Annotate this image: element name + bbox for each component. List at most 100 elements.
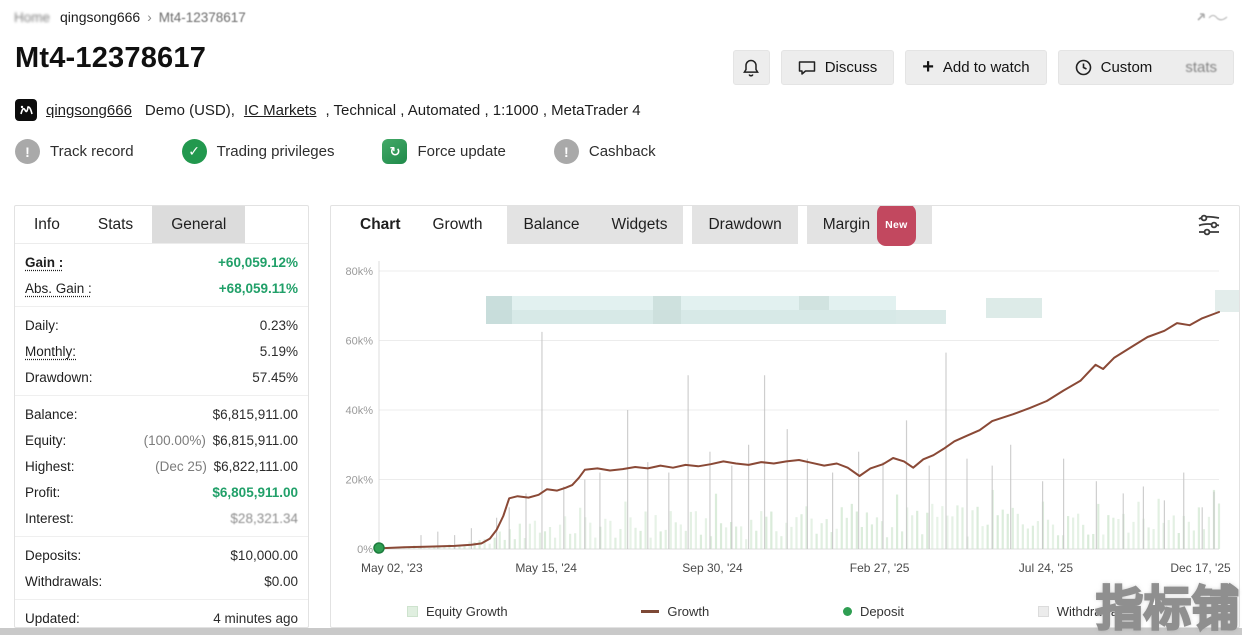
breadcrumb-account-link[interactable]: qingsong666	[60, 9, 140, 25]
info-value: $0.00	[264, 574, 298, 589]
broker-link[interactable]: IC Markets	[244, 102, 317, 119]
svg-text:20k%: 20k%	[345, 475, 373, 487]
info-label: Drawdown:	[25, 370, 93, 385]
info-label: Withdrawals:	[25, 574, 102, 589]
chart-panel: Chart Growth Balance Widgets Drawdown MarginN…	[330, 205, 1240, 628]
legend-marker	[1038, 606, 1049, 617]
chart-tabs: Chart Growth Balance Widgets Drawdown MarginN…	[331, 206, 1239, 244]
svg-text:40k%: 40k%	[345, 405, 373, 417]
info-value: 5.19%	[260, 344, 298, 359]
breadcrumb-current: Mt4-12378617	[159, 10, 246, 25]
badge-label: Trading privileges	[217, 143, 335, 160]
info-row-equity: Equity:(100.00%) $6,815,911.00	[25, 427, 298, 453]
info-row-gain: Gain :+60,059.12%	[25, 249, 298, 275]
info-value: $6,815,911.00	[213, 407, 298, 422]
tab-info[interactable]: Info	[15, 206, 79, 243]
badge-trading-privileges[interactable]: ✓ Trading privileges	[182, 139, 335, 164]
chart-tab-chart[interactable]: Chart	[344, 206, 416, 244]
chart-tab-drawdown[interactable]: Drawdown	[692, 206, 797, 244]
svg-text:60k%: 60k%	[345, 336, 373, 348]
svg-text:May 02, '23: May 02, '23	[361, 561, 423, 575]
tab-stats[interactable]: Stats	[79, 206, 152, 243]
page-title: Mt4-12378617	[15, 42, 206, 75]
info-group: Gain :+60,059.12%Abs. Gain :+68,059.11%	[15, 244, 308, 307]
info-row-deposits: Deposits: $10,000.00	[25, 542, 298, 568]
info-label: Deposits:	[25, 548, 81, 563]
info-label: Profit:	[25, 485, 60, 500]
info-value: (100.00%) $6,815,911.00	[144, 433, 298, 448]
legend-marker	[843, 607, 852, 616]
info-value: 4 minutes ago	[213, 611, 298, 626]
share-icon[interactable]	[1196, 10, 1230, 24]
account-avatar[interactable]	[15, 99, 37, 121]
breadcrumb-separator: ›	[147, 10, 152, 25]
clock-icon	[1075, 59, 1092, 76]
exclamation-gray-icon: !	[15, 139, 40, 164]
info-row-daily: Daily:0.23%	[25, 312, 298, 338]
bell-icon	[743, 59, 759, 77]
account-details-2: , Technical , Automated , 1:1000 , MetaT…	[325, 102, 640, 119]
badge-label: Track record	[50, 143, 134, 160]
breadcrumb-home-link[interactable]: Home	[14, 10, 50, 25]
info-value: $6,805,911.00	[212, 485, 298, 500]
check-green-icon: ✓	[182, 139, 207, 164]
chart-tab-label: Margin	[823, 206, 870, 244]
badge-track-record[interactable]: ! Track record	[15, 139, 134, 164]
info-label: Balance:	[25, 407, 78, 422]
chart-tab-label: Chart	[360, 206, 400, 244]
growth-chart[interactable]: 80k%60k%40k%20k%0%May 02, '23May 15, '24…	[331, 244, 1239, 579]
legend-label: Growth	[667, 604, 709, 619]
info-row-highest: Highest:(Dec 25) $6,822,111.00	[25, 453, 298, 479]
info-value-prefix: (100.00%)	[144, 433, 210, 448]
legend-deposit[interactable]: Deposit	[843, 604, 904, 619]
chart-tab-label: Growth	[432, 206, 482, 244]
custom-label: Custom	[1101, 59, 1153, 76]
badge-force-update[interactable]: ↻Force update	[382, 139, 505, 164]
chart-tab-label: Balance	[523, 206, 579, 244]
chart-tab-margin[interactable]: MarginNew	[807, 206, 932, 244]
verification-badges: ! Track record ✓ Trading privileges ↻Force u…	[15, 139, 656, 164]
tab-general[interactable]: General	[152, 206, 245, 243]
account-info-panel: InfoStatsGeneral Gain :+60,059.12%Abs. G…	[14, 205, 309, 628]
refresh-green-icon: ↻	[382, 139, 407, 164]
action-buttons: Discuss + Add to watch Custom stats	[733, 50, 1234, 85]
info-row-updated: Updated: 4 minutes ago	[25, 605, 298, 628]
info-panel-tabs: InfoStatsGeneral	[15, 206, 308, 244]
legend-marker	[641, 610, 659, 613]
badge-cashback[interactable]: !Cashback	[554, 139, 656, 164]
info-label: Updated:	[25, 611, 80, 626]
info-row-absgain: Abs. Gain :+68,059.11%	[25, 275, 298, 301]
info-value: (Dec 25) $6,822,111.00	[155, 459, 298, 474]
account-details-1: Demo (USD),	[145, 102, 235, 119]
add-to-watch-label: Add to watch	[943, 59, 1030, 76]
info-group: Updated: 4 minutes ago	[15, 600, 308, 628]
info-row-monthly: Monthly: 5.19%	[25, 338, 298, 364]
info-label: Monthly:	[25, 344, 76, 359]
account-username-link[interactable]: qingsong666	[46, 102, 132, 119]
chart-tab-widgets[interactable]: Widgets	[595, 206, 683, 244]
new-badge: New	[877, 205, 916, 246]
info-value: 57.45%	[252, 370, 298, 385]
chart-settings-icon[interactable]	[1195, 212, 1223, 243]
legend-growth[interactable]: Growth	[641, 604, 709, 619]
watermark-text: 指标铺	[1096, 570, 1240, 635]
badge-label: Cashback	[589, 143, 656, 160]
legend-equity-growth[interactable]: Equity Growth	[407, 604, 508, 619]
svg-text:Sep 30, '24: Sep 30, '24	[682, 561, 743, 575]
chart-tab-label: Widgets	[611, 206, 667, 244]
custom-button[interactable]: Custom stats	[1058, 50, 1234, 85]
info-value: 0.23%	[260, 318, 298, 333]
discuss-button[interactable]: Discuss	[781, 50, 895, 85]
info-row-profit: Profit: $6,805,911.00	[25, 479, 298, 505]
svg-text:Jul 24, '25: Jul 24, '25	[1019, 561, 1074, 575]
plus-icon: +	[922, 57, 934, 77]
info-row-withdrawals: Withdrawals: $0.00	[25, 568, 298, 594]
info-group: Daily:0.23% Monthly: 5.19% Drawdown: 57.45%	[15, 307, 308, 396]
chart-tab-balance[interactable]: Balance	[507, 206, 595, 244]
info-value-prefix: (Dec 25)	[155, 459, 211, 474]
chart-tab-growth[interactable]: Growth	[416, 206, 498, 244]
notifications-button[interactable]	[733, 50, 770, 85]
info-value: +68,059.11%	[219, 281, 298, 296]
info-value: $10,000.00	[230, 548, 298, 563]
add-to-watch-button[interactable]: + Add to watch	[905, 50, 1046, 85]
